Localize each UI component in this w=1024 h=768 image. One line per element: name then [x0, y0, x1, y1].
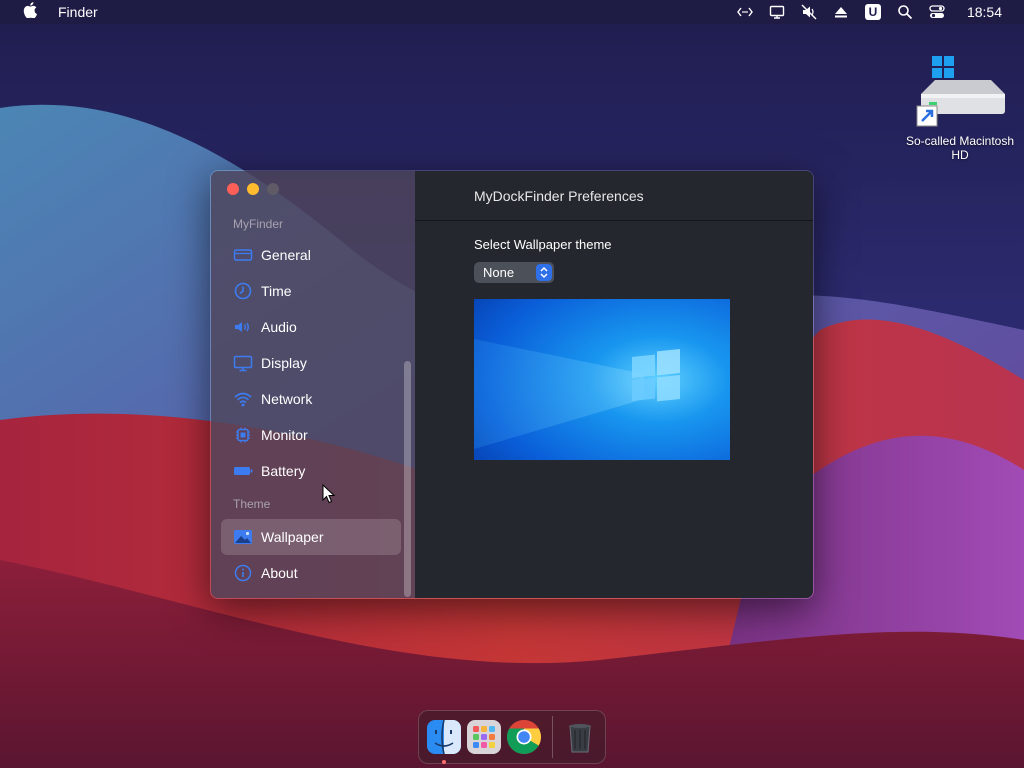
clock-icon — [233, 282, 253, 300]
dock-separator — [552, 716, 553, 758]
muted-icon[interactable] — [800, 3, 818, 21]
sidebar-item-label: Audio — [261, 319, 297, 335]
preferences-window: MyFinder General Time Audio Display Netw… — [210, 170, 814, 599]
image-icon — [233, 528, 253, 546]
sidebar-item-about[interactable]: About — [221, 555, 401, 591]
minimize-button[interactable] — [247, 183, 259, 195]
wallpaper-theme-label: Select Wallpaper theme — [474, 237, 612, 252]
sidebar-scrollbar[interactable] — [404, 361, 411, 597]
search-icon[interactable] — [896, 3, 914, 21]
close-button[interactable] — [227, 183, 239, 195]
dock-chrome-icon[interactable] — [506, 719, 542, 755]
wifi-icon — [233, 390, 253, 408]
chevron-updown-icon — [536, 264, 552, 281]
hard-drive-icon — [915, 54, 1005, 130]
speaker-icon — [233, 318, 253, 336]
monitor-icon — [233, 354, 253, 372]
select-value: None — [483, 265, 515, 280]
preferences-sidebar: MyFinder General Time Audio Display Netw… — [211, 171, 415, 598]
sidebar-item-label: Display — [261, 355, 307, 371]
eject-icon[interactable] — [832, 3, 850, 21]
code-brackets-icon[interactable] — [736, 3, 754, 21]
dock-launchpad-icon[interactable] — [466, 719, 502, 755]
window-controls — [227, 183, 279, 195]
desktop-drive-icon[interactable]: So-called Macintosh HD — [900, 54, 1020, 162]
dock-finder-icon[interactable] — [426, 719, 462, 764]
sidebar-item-wallpaper[interactable]: Wallpaper — [221, 519, 401, 555]
sidebar-item-time[interactable]: Time — [221, 273, 401, 309]
u-badge-icon[interactable]: U — [864, 3, 882, 21]
wallpaper-theme-select[interactable]: None — [474, 262, 554, 283]
sidebar-item-label: Battery — [261, 463, 306, 479]
info-icon — [233, 564, 253, 582]
mouse-cursor-icon — [322, 483, 336, 504]
menu-app-name[interactable]: Finder — [58, 4, 98, 20]
menu-clock[interactable]: 18:54 — [967, 4, 1002, 20]
sidebar-item-general[interactable]: General — [221, 237, 401, 273]
control-center-icon[interactable] — [928, 3, 946, 21]
sidebar-item-label: Network — [261, 391, 313, 407]
sidebar-item-label: Monitor — [261, 427, 308, 443]
sidebar-section-theme: Theme — [233, 497, 271, 511]
dock-running-indicator — [442, 760, 446, 764]
dock — [418, 710, 606, 764]
sidebar-item-label: General — [261, 247, 311, 263]
sidebar-item-label: About — [261, 565, 298, 581]
general-icon — [233, 246, 253, 264]
sidebar-item-label: Time — [261, 283, 292, 299]
apple-icon[interactable] — [20, 1, 40, 23]
display-icon[interactable] — [768, 3, 786, 21]
dock-trash-icon[interactable] — [562, 719, 598, 755]
window-title: MyDockFinder Preferences — [415, 171, 813, 221]
desktop-drive-label: So-called Macintosh HD — [905, 134, 1015, 162]
zoom-button[interactable] — [267, 183, 279, 195]
sidebar-item-battery[interactable]: Battery — [221, 453, 401, 489]
sidebar-item-audio[interactable]: Audio — [221, 309, 401, 345]
preferences-content: MyDockFinder Preferences Select Wallpape… — [415, 171, 813, 598]
sidebar-section-myfinder: MyFinder — [233, 217, 284, 231]
chip-icon — [233, 426, 253, 444]
battery-icon — [233, 462, 253, 480]
sidebar-item-label: Wallpaper — [261, 529, 324, 545]
sidebar-item-network[interactable]: Network — [221, 381, 401, 417]
wallpaper-preview — [474, 299, 730, 460]
menu-bar: Finder U 18:54 — [0, 0, 1024, 24]
sidebar-item-monitor[interactable]: Monitor — [221, 417, 401, 453]
sidebar-item-display[interactable]: Display — [221, 345, 401, 381]
